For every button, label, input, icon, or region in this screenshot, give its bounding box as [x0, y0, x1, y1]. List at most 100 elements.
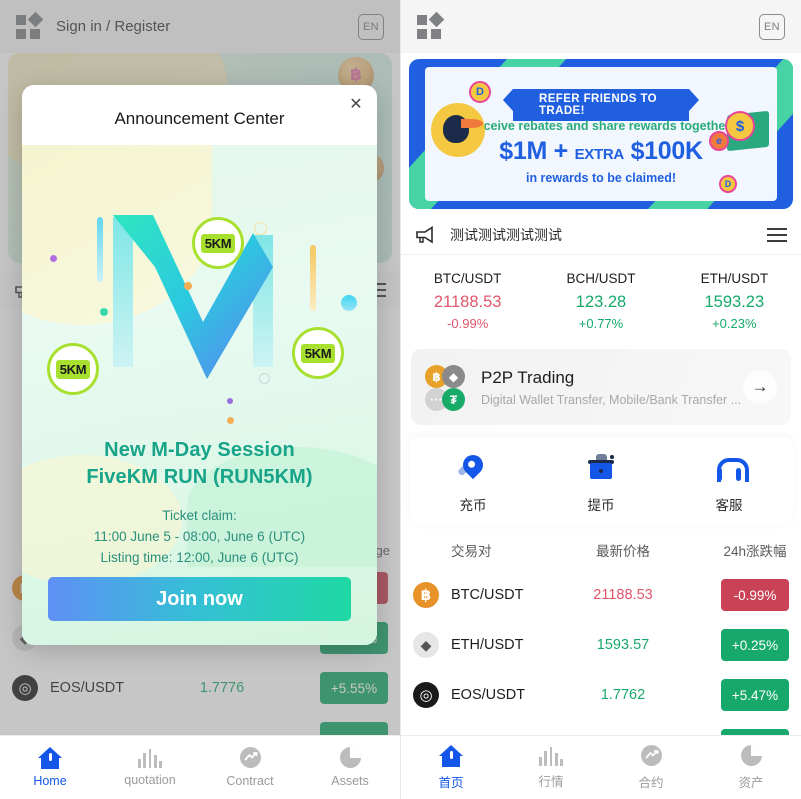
list-icon[interactable]	[767, 227, 787, 242]
change-badge: -0.99%	[721, 579, 789, 611]
nav-label: 资产	[738, 775, 764, 790]
nav-label: quotation	[124, 773, 176, 787]
dogecoin-icon: D	[469, 81, 491, 103]
nav-assets[interactable]: 资产	[701, 744, 801, 791]
nav-assets[interactable]: Assets	[300, 747, 400, 788]
arrow-right-icon[interactable]: →	[743, 370, 777, 404]
column-change: 24h涨跌幅	[723, 544, 787, 559]
badge-5km: 5KM	[47, 343, 99, 395]
price-value: 1.7762	[600, 687, 646, 703]
pie-chart-icon	[338, 747, 362, 769]
ticker-price: 123.28	[575, 293, 627, 311]
close-icon[interactable]: ✕	[347, 97, 365, 115]
nav-quotation[interactable]: quotation	[100, 748, 200, 787]
deco-dot	[227, 398, 233, 404]
ticker-pair: ETH/USDT	[700, 271, 769, 286]
left-bottom-nav: Home quotation Contract Assets	[0, 735, 400, 799]
market-table-header: 交易对 最新价格 24h涨跌幅	[401, 526, 801, 570]
deco-dot	[227, 417, 234, 424]
ticker-pair: BCH/USDT	[566, 271, 636, 286]
badge-5km: 5KM	[192, 217, 244, 269]
p2p-trading-card[interactable]: ฿ ◆ ··· ₮ P2P Trading Digital Wallet Tra…	[411, 349, 791, 425]
pair-label: EOS/USDT	[451, 687, 526, 703]
change-badge: +5.47%	[721, 679, 789, 711]
trend-circle-icon	[639, 744, 663, 767]
nav-home[interactable]: 首页	[401, 744, 501, 791]
badge-5km: 5KM	[292, 327, 344, 379]
p2p-subtitle: Digital Wallet Transfer, Mobile/Bank Tra…	[481, 392, 742, 407]
ticker-item[interactable]: BCH/USDT 123.28 +0.77%	[534, 271, 667, 331]
left-panel: Sign in / Register EN ฿ ฿ ✕	[0, 0, 400, 799]
deco-dot	[341, 295, 357, 311]
nav-quotation[interactable]: 行情	[501, 746, 601, 790]
megaphone-icon	[415, 225, 437, 244]
deco-ring	[254, 222, 267, 235]
ticker-change: -0.99%	[447, 316, 489, 331]
trend-circle-icon	[238, 747, 262, 769]
deco-bar	[310, 245, 316, 311]
nav-home[interactable]: Home	[0, 747, 100, 788]
language-button[interactable]: EN	[759, 13, 785, 40]
wallet-withdraw-icon	[584, 453, 618, 483]
ticker-price: 1593.23	[704, 293, 765, 311]
quick-action-label: 提币	[587, 498, 615, 513]
right-header: EN	[401, 0, 801, 53]
deco-ring	[259, 373, 270, 384]
quick-action-support[interactable]: 客服	[665, 453, 793, 514]
quick-action-deposit[interactable]: 充币	[409, 450, 537, 514]
pair-label: ETH/USDT	[451, 637, 524, 653]
headset-icon	[712, 453, 749, 483]
nav-contract[interactable]: Contract	[200, 747, 300, 788]
dogecoin-icon: D	[719, 175, 737, 193]
price-value: 1593.57	[596, 637, 650, 653]
app-stage: Sign in / Register EN ฿ ฿ ✕	[0, 0, 801, 799]
p2p-coin-cluster: ฿ ◆ ··· ₮	[425, 361, 481, 413]
bar-chart-icon	[138, 748, 162, 768]
table-row[interactable]: ◆ ETH/USDT 1593.57 +0.25%	[401, 620, 801, 670]
referral-banner[interactable]: REFER FRIENDS TO TRADE! Receive rebates …	[409, 59, 793, 209]
notice-text: 测试测试测试测试	[450, 226, 562, 243]
btc-coin-icon: ฿	[413, 582, 439, 608]
home-icon	[439, 744, 463, 767]
ticker-change: +0.77%	[578, 316, 624, 331]
price-value: 21188.53	[593, 587, 653, 603]
quick-actions: 充币 提币 客服	[409, 437, 793, 526]
ticker-price: 21188.53	[433, 293, 502, 311]
eos-coin-icon: ◎	[413, 682, 439, 708]
nav-label: 合约	[638, 775, 664, 790]
table-row[interactable]: ◎ EOS/USDT 1.7762 +5.47%	[401, 670, 801, 720]
right-bottom-nav: 首页 行情 合约 资产	[401, 735, 801, 799]
banner-ribbon-text: REFER FRIENDS TO TRADE!	[503, 89, 699, 121]
ticker-item[interactable]: ETH/USDT 1593.23 +0.23%	[668, 271, 801, 331]
modal-title: Announcement Center	[114, 109, 285, 128]
eth-coin-icon: ◆	[413, 632, 439, 658]
change-badge: +0.25%	[721, 629, 789, 661]
deco-dot	[100, 308, 108, 316]
promo-heading: New M-Day Session FiveKM RUN (RUN5KM)	[86, 439, 313, 488]
ticker-item[interactable]: BTC/USDT 21188.53 -0.99%	[401, 271, 534, 331]
quick-action-label: 客服	[715, 498, 743, 513]
notice-bar[interactable]: 测试测试测试测试	[401, 215, 801, 255]
ticker-pair: BTC/USDT	[433, 271, 502, 286]
nav-contract[interactable]: 合约	[601, 744, 701, 791]
bar-chart-icon	[539, 746, 563, 766]
coin-icon: e	[709, 131, 729, 151]
deco-dot	[184, 282, 192, 290]
grid-logo-icon[interactable]	[417, 11, 445, 40]
promo-details: Ticket claim: 11:00 June 5 - 08:00, June…	[93, 508, 306, 565]
ticker-strip: BTC/USDT 21188.53 -0.99% BCH/USDT 123.28…	[401, 255, 801, 345]
nav-label: Assets	[331, 774, 369, 788]
promo-image[interactable]: 5KM 5KM 5KM New M-Day Session FiveKM RUN…	[22, 145, 377, 645]
pair-label: BTC/USDT	[451, 587, 524, 603]
quick-action-withdraw[interactable]: 提币	[537, 453, 665, 514]
table-row[interactable]: ฿ BTC/USDT 21188.53 -0.99%	[401, 570, 801, 620]
join-now-button[interactable]: Join now	[48, 577, 351, 621]
home-icon	[38, 747, 62, 769]
nav-label: 行情	[538, 774, 564, 789]
nav-label: Contract	[226, 774, 274, 788]
column-price: 最新价格	[596, 544, 650, 559]
quick-action-label: 充币	[459, 498, 487, 513]
tether-icon: ₮	[442, 388, 465, 411]
column-pair: 交易对	[451, 544, 492, 559]
nav-label: Home	[33, 774, 67, 788]
